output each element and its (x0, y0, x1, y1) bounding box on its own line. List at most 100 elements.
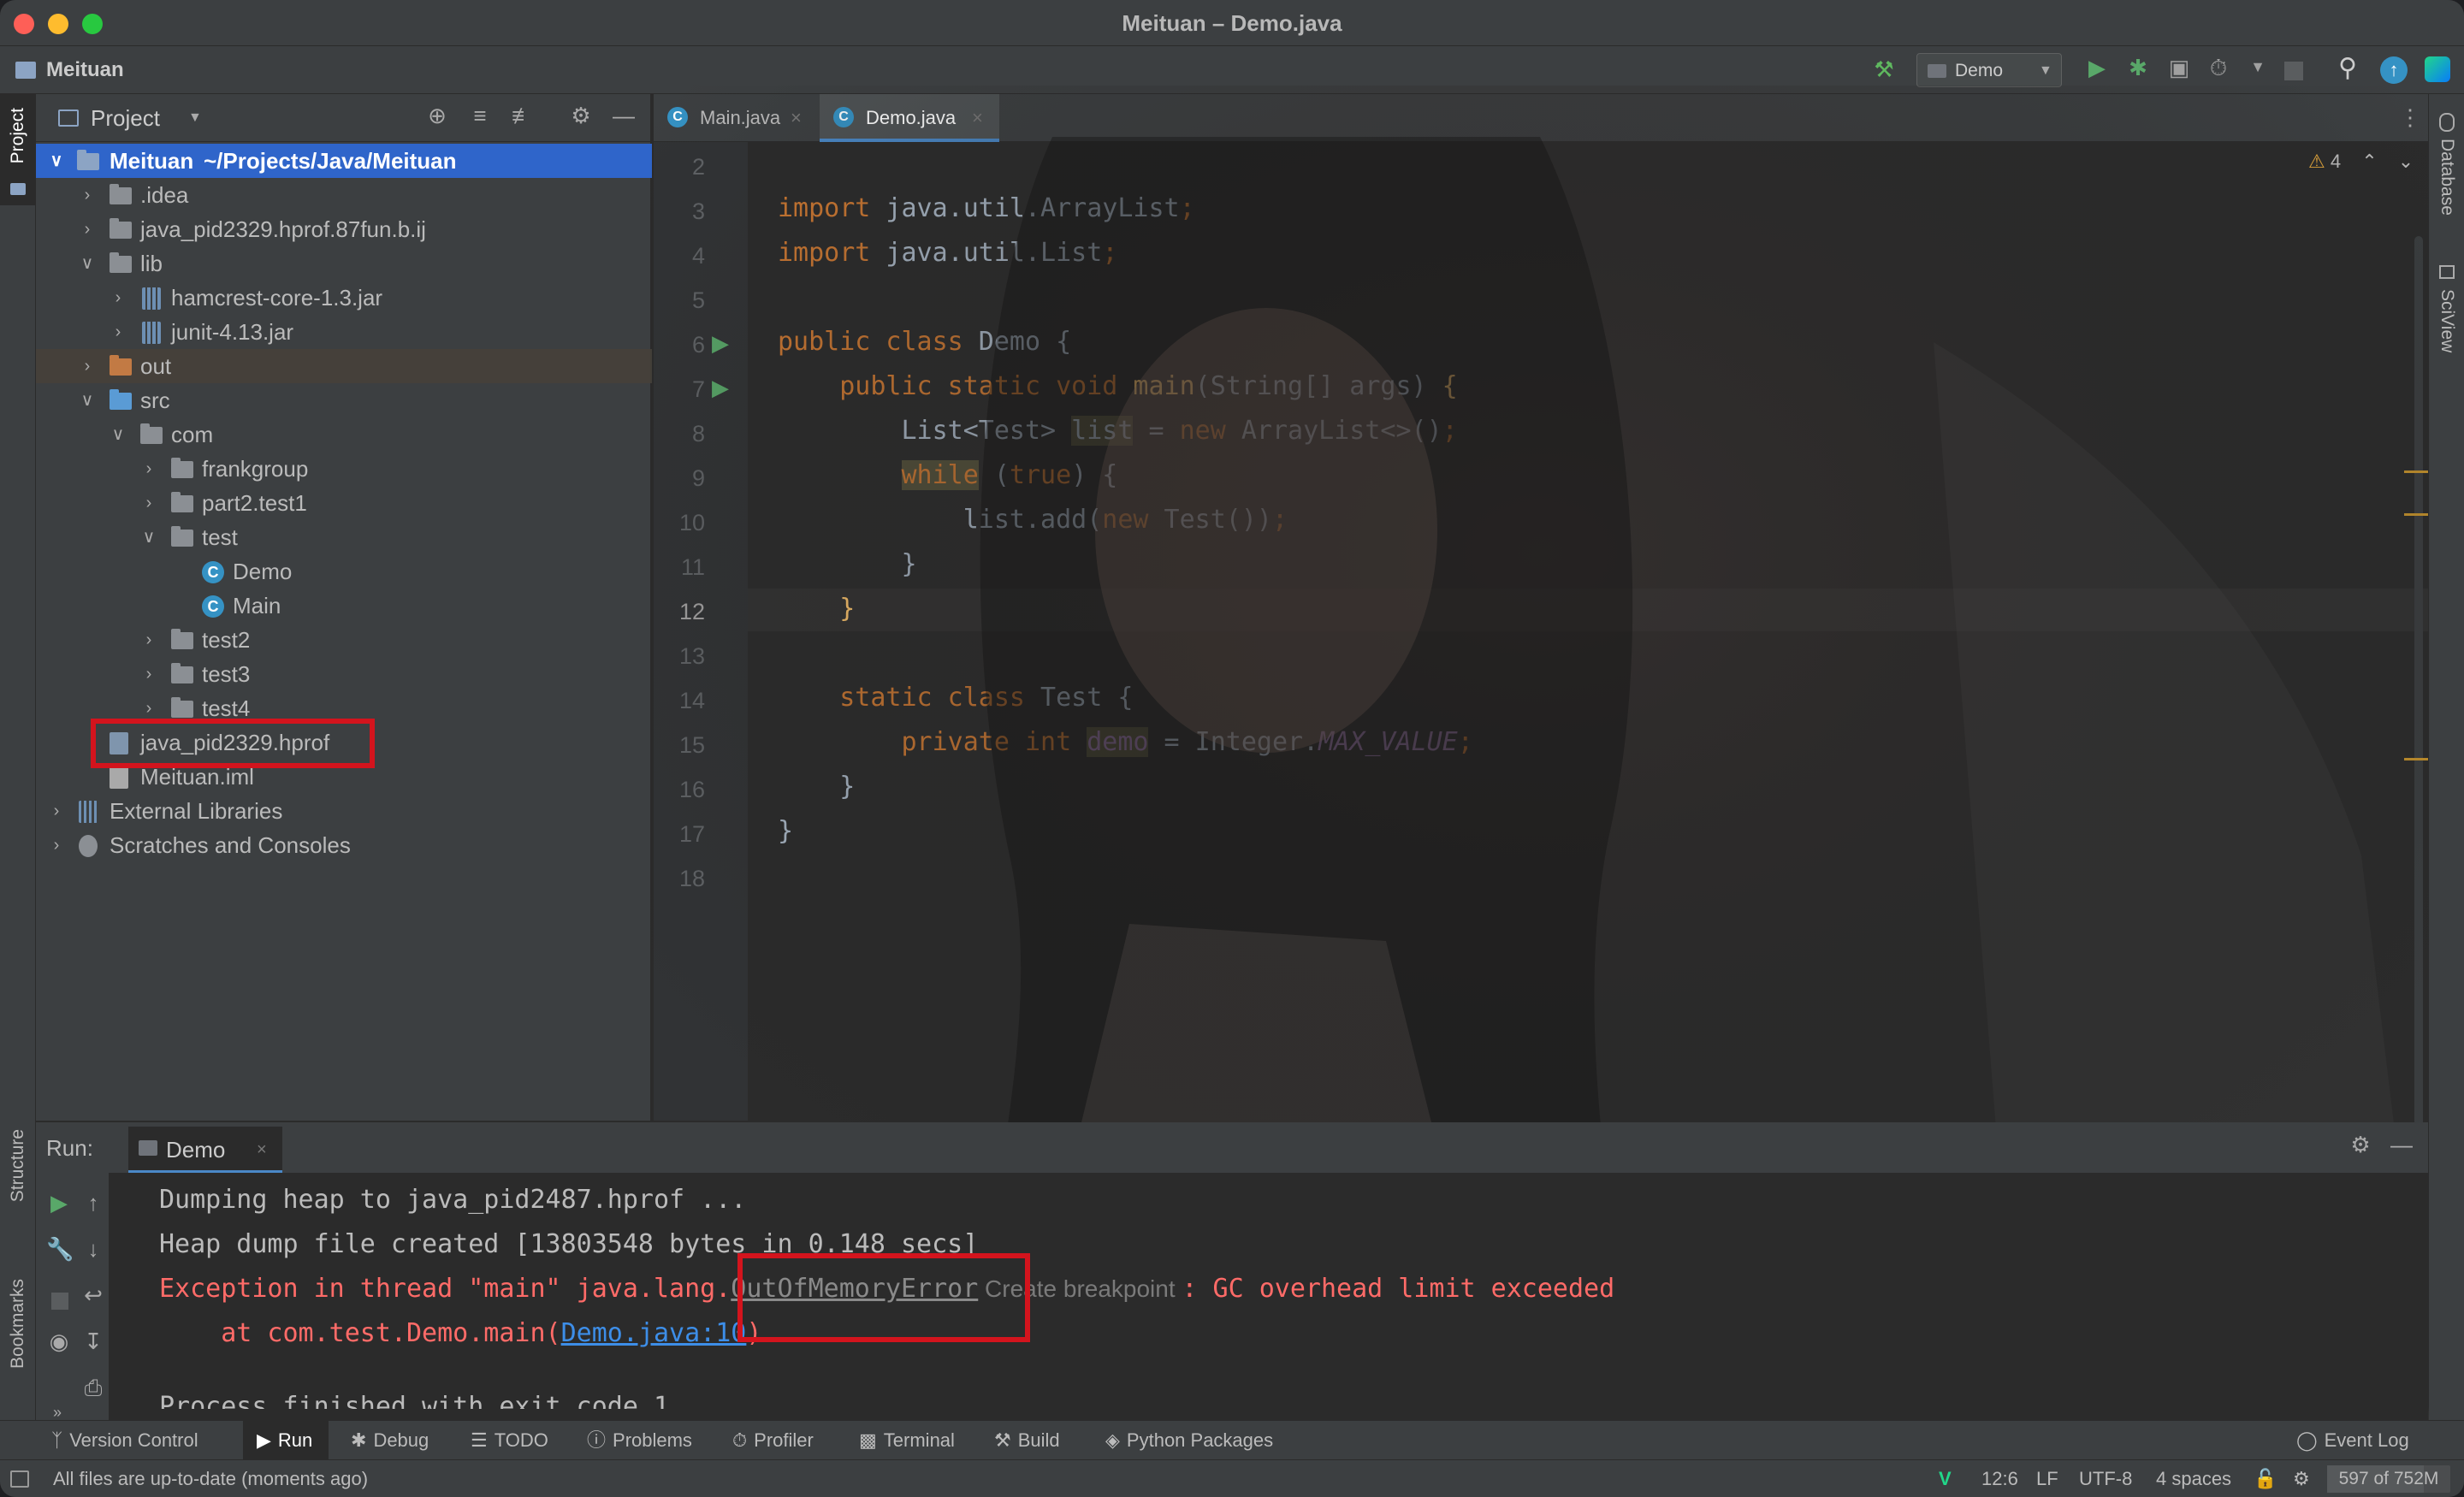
run-config-selector[interactable]: Demo ▼ (1916, 53, 2062, 87)
memory-indicator[interactable]: 597 of 752M (2327, 1465, 2450, 1493)
line-separator[interactable]: LF (2036, 1460, 2058, 1497)
coverage-icon[interactable]: ▣ (2165, 55, 2194, 81)
chevron-right-icon[interactable]: › (110, 315, 127, 349)
tree-item-idea[interactable]: › .idea (36, 178, 652, 212)
chevron-right-icon[interactable]: › (79, 212, 96, 246)
chevron-down-icon[interactable]: ⌄ (2398, 151, 2414, 172)
project-tool-tab[interactable]: Project (0, 94, 36, 205)
bookmarks-tool-tab[interactable]: Bookmarks (8, 1279, 28, 1369)
inspection-widget[interactable]: ⚠ 4 ⌃ ⌄ (2308, 151, 2414, 173)
status-message[interactable]: All files are up-to-date (moments ago) (53, 1460, 368, 1497)
project-view-title[interactable]: Project (91, 94, 160, 142)
tree-item-meituan[interactable]: ∨ Meituan ~/Projects/Java/Meituan (36, 144, 652, 178)
wrench-icon[interactable]: 🔧 (46, 1236, 74, 1263)
breadcrumb-project[interactable]: Meituan (46, 46, 124, 94)
run-tool-tab[interactable]: ▶ Run (243, 1421, 329, 1460)
chevron-down-icon[interactable]: ∨ (48, 144, 65, 178)
source-link[interactable]: Demo.java:10 (561, 1318, 747, 1348)
tab-main-java[interactable]: C Main.java × (654, 94, 816, 142)
debug-tool-tab[interactable]: ✱ Debug (351, 1421, 445, 1460)
build-hammer-icon[interactable]: ⚒ (1870, 56, 1898, 83)
chevron-right-icon[interactable]: › (140, 623, 157, 657)
jetbrains-toolbox-icon[interactable] (2425, 56, 2450, 82)
gear-icon[interactable]: ⚙ (566, 103, 595, 129)
tab-demo-java[interactable]: C Demo.java × (820, 94, 999, 142)
close-icon[interactable]: × (972, 94, 983, 142)
profiler-tool-tab[interactable]: ⏱ Profiler (732, 1421, 844, 1460)
search-icon[interactable]: ⚲ (2332, 53, 2363, 83)
hide-panel-icon[interactable]: — (609, 103, 638, 129)
more-tabs-icon[interactable]: ⋮ (2399, 104, 2421, 131)
run-gutter-icon[interactable]: ▶ (712, 330, 729, 357)
event-log-tool-tab[interactable]: ◯ Event Log (2296, 1421, 2433, 1460)
tree-item-com[interactable]: ∨ com (36, 417, 652, 452)
camera-icon[interactable]: ◉ (46, 1328, 72, 1355)
code-editor[interactable]: 2 3 4 5 6 7 8 9 10 11 12 13 14 15 16 17 … (654, 142, 2428, 1126)
expand-all-icon[interactable]: ≡ (465, 103, 495, 129)
update-icon[interactable]: ↑ (2380, 56, 2408, 84)
more-icon[interactable]: » (53, 1404, 62, 1422)
stop-icon[interactable] (2284, 62, 2303, 80)
sciview-tool-tab[interactable]: SciView (2437, 289, 2457, 352)
tree-item-test2[interactable]: › test2 (36, 623, 652, 657)
caret-position[interactable]: 12:6 (1981, 1460, 2018, 1497)
terminal-tool-tab[interactable]: ▩ Terminal (859, 1421, 979, 1460)
locate-file-icon[interactable]: ⊕ (423, 103, 452, 129)
todo-tool-tab[interactable]: ☰ TODO (471, 1421, 565, 1460)
print-icon[interactable]: ⎙ (80, 1375, 106, 1402)
chevron-right-icon[interactable]: › (110, 281, 127, 315)
tree-item-junit-jar[interactable]: › junit-4.13.jar (36, 315, 652, 349)
tree-item-test[interactable]: ∨ test (36, 520, 652, 554)
arrow-down-icon[interactable]: ↓ (80, 1236, 106, 1263)
chevron-down-icon[interactable]: ∨ (110, 417, 127, 452)
tree-item-main-class[interactable]: C Main (36, 589, 652, 623)
python-packages-tool-tab[interactable]: ◈ Python Packages (1105, 1421, 1294, 1460)
tree-item-external-libraries[interactable]: › External Libraries (36, 794, 652, 828)
warning-stripe[interactable] (2404, 513, 2428, 516)
close-icon[interactable]: × (257, 1127, 267, 1173)
hide-panel-icon[interactable]: — (2387, 1132, 2416, 1158)
problems-tool-tab[interactable]: ⓘ Problems (587, 1421, 707, 1460)
chevron-down-icon[interactable]: ∨ (140, 520, 157, 554)
chevron-down-icon[interactable]: ▼ (188, 94, 202, 142)
file-encoding[interactable]: UTF-8 (2079, 1460, 2132, 1497)
tree-item-part2-test1[interactable]: › part2.test1 (36, 486, 652, 520)
chevron-right-icon[interactable]: › (48, 794, 65, 828)
collapse-all-icon[interactable]: ≢ (508, 103, 537, 129)
chevron-right-icon[interactable]: › (48, 828, 65, 862)
scroll-to-end-icon[interactable]: ↧ (80, 1328, 106, 1355)
rerun-icon[interactable]: ▶ (46, 1190, 72, 1216)
jetbrains-ai-icon[interactable]: V (1939, 1460, 1952, 1497)
tree-item-hprof-folder[interactable]: › java_pid2329.hprof.87fun.b.ij (36, 212, 652, 246)
arrow-up-icon[interactable]: ↑ (80, 1190, 106, 1216)
close-icon[interactable]: × (791, 94, 802, 142)
run-icon[interactable]: ▶ (2082, 55, 2112, 81)
chevron-right-icon[interactable]: › (140, 657, 157, 691)
tree-item-hamcrest-jar[interactable]: › hamcrest-core-1.3.jar (36, 281, 652, 315)
warning-stripe[interactable] (2404, 470, 2428, 473)
run-tab-demo[interactable]: Demo × (128, 1127, 282, 1173)
warning-stripe[interactable] (2404, 758, 2428, 760)
toggle-tool-windows-icon[interactable] (10, 1470, 29, 1488)
profiler-icon[interactable]: ⏱ (2204, 55, 2233, 82)
gear-icon[interactable]: ⚙ (2346, 1132, 2375, 1158)
chevron-right-icon[interactable]: › (79, 178, 96, 212)
run-gutter-icon[interactable]: ▶ (712, 375, 729, 401)
soft-wrap-icon[interactable]: ↩ (80, 1282, 106, 1309)
tree-item-demo-class[interactable]: C Demo (36, 554, 652, 589)
more-run-options-icon[interactable]: ▼ (2243, 58, 2272, 76)
database-tool-tab[interactable]: Database (2437, 139, 2457, 216)
indent-setting[interactable]: 4 spaces (2156, 1460, 2231, 1497)
editor-scrollbar[interactable] (2414, 236, 2423, 1126)
chevron-down-icon[interactable]: ∨ (79, 246, 96, 281)
tree-item-scratches[interactable]: › Scratches and Consoles (36, 828, 652, 862)
chevron-right-icon[interactable]: › (140, 452, 157, 486)
tree-item-frankgroup[interactable]: › frankgroup (36, 452, 652, 486)
lock-icon[interactable]: 🔓 (2254, 1460, 2277, 1497)
version-control-tab[interactable]: ᛉ Version Control (51, 1421, 234, 1460)
structure-tool-tab[interactable]: Structure (8, 1129, 28, 1202)
stop-icon[interactable] (51, 1293, 68, 1310)
build-tool-tab[interactable]: ⚒ Build (994, 1421, 1088, 1460)
tree-item-lib[interactable]: ∨ lib (36, 246, 652, 281)
tree-item-test3[interactable]: › test3 (36, 657, 652, 691)
